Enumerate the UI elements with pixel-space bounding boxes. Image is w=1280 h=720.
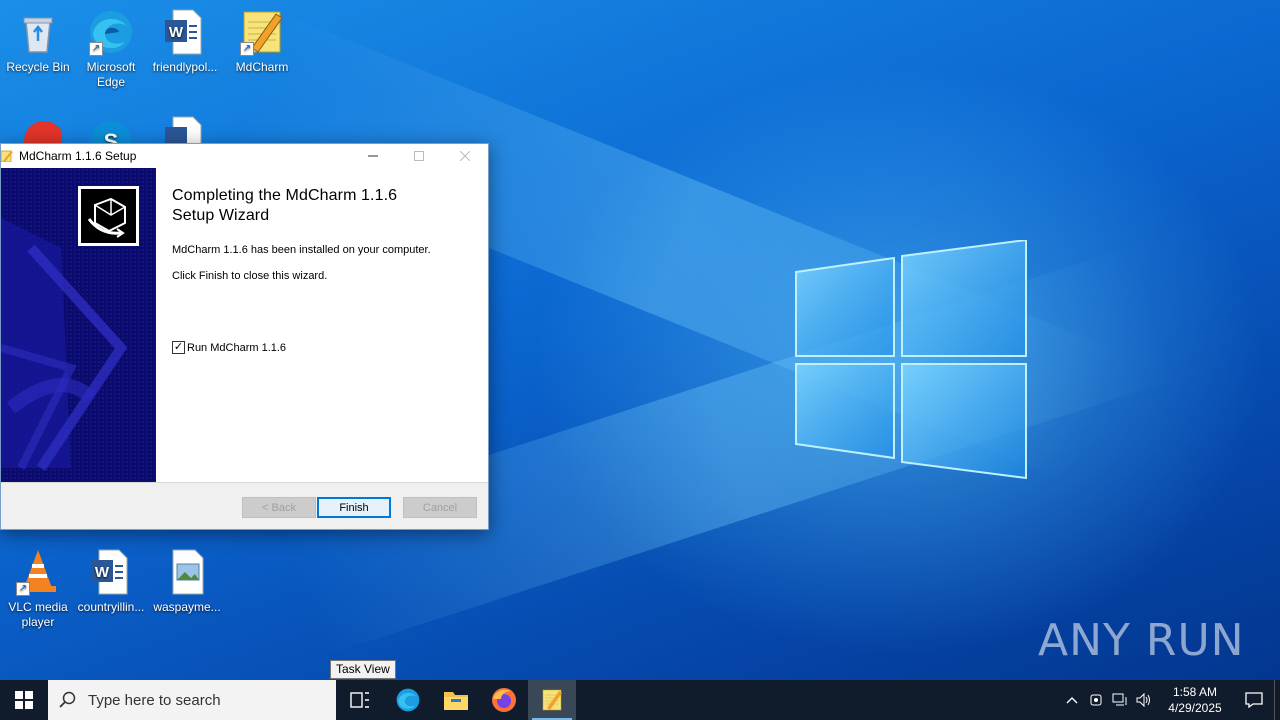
recycle-bin-icon — [14, 8, 62, 56]
windows-start-icon — [15, 691, 33, 709]
close-icon — [460, 151, 470, 161]
taskbar: Type here to search 1:58 AM 4/29/2025 — [0, 680, 1280, 720]
desktop-icon-mdcharm[interactable]: ↗ MdCharm — [224, 8, 300, 75]
edge-icon — [396, 688, 420, 712]
maximize-icon — [414, 151, 424, 161]
wizard-heading: Completing the MdCharm 1.1.6 Setup Wizar… — [172, 186, 472, 226]
device-icon — [1090, 694, 1102, 706]
taskbar-mdcharm-setup[interactable] — [528, 680, 576, 720]
dialog-titlebar[interactable]: MdCharm 1.1.6 Setup — [1, 144, 488, 168]
taskbar-firefox[interactable] — [480, 680, 528, 720]
mdcharm-app-icon — [1, 150, 13, 162]
action-center-button[interactable] — [1234, 680, 1274, 720]
clock-time: 1:58 AM — [1172, 685, 1218, 699]
show-hidden-icons-button[interactable] — [1060, 680, 1084, 720]
dialog-body: Completing the MdCharm 1.1.6 Setup Wizar… — [1, 168, 488, 482]
skype-icon: S — [87, 115, 135, 145]
watermark-text: ANY RUN — [1038, 614, 1245, 666]
task-view-icon — [350, 692, 369, 708]
show-desktop-button[interactable] — [1274, 680, 1280, 720]
svg-text:W: W — [169, 24, 184, 41]
shortcut-arrow-icon: ↗ — [16, 582, 30, 596]
tray-app-icon[interactable] — [1084, 680, 1108, 720]
desktop-icon-skype[interactable]: S — [73, 115, 149, 145]
cancel-button[interactable]: Cancel — [403, 497, 477, 518]
installed-message: MdCharm 1.1.6 has been installed on your… — [172, 244, 431, 256]
maximize-button[interactable] — [396, 144, 442, 168]
task-view-tooltip: Task View — [330, 660, 396, 679]
desktop-icon-countryillin[interactable]: W countryillin... — [73, 548, 149, 615]
app-icon-red — [14, 115, 64, 145]
shortcut-arrow-icon: ↗ — [240, 42, 254, 56]
word-document-icon: W — [87, 548, 135, 596]
dialog-title: MdCharm 1.1.6 Setup — [19, 149, 137, 163]
run-mdcharm-option[interactable]: ✓ Run MdCharm 1.1.6 — [172, 341, 286, 354]
network-button[interactable] — [1108, 680, 1132, 720]
desktop-icon-vlc[interactable]: ↗ VLC media player — [0, 548, 76, 630]
mdcharm-notepad-icon: ↗ — [238, 8, 286, 56]
dialog-separator — [1, 482, 488, 483]
desktop-icon-friendlypol[interactable]: W friendlypol... — [147, 8, 223, 75]
windows-logo-wallpaper — [795, 240, 1027, 480]
installer-logo — [78, 186, 139, 246]
image-file-icon — [163, 548, 211, 596]
svg-text:W: W — [95, 564, 110, 581]
chevron-up-icon — [1066, 697, 1078, 704]
wizard-side-banner — [1, 168, 156, 482]
run-mdcharm-label: Run MdCharm 1.1.6 — [187, 341, 287, 354]
desktop-icon-waspayme[interactable]: waspayme... — [149, 548, 225, 615]
mdcharm-notepad-icon — [542, 689, 562, 711]
volume-button[interactable] — [1132, 680, 1156, 720]
taskbar-search-box[interactable]: Type here to search — [48, 680, 336, 720]
edge-icon: ↗ — [87, 8, 135, 56]
wizard-heading-line2: Setup Wizard — [172, 207, 270, 224]
system-tray: 1:58 AM 4/29/2025 — [1060, 680, 1280, 720]
firefox-icon — [492, 688, 516, 712]
word-document-icon — [161, 115, 209, 145]
minimize-button[interactable] — [350, 144, 396, 168]
taskbar-clock[interactable]: 1:58 AM 4/29/2025 — [1156, 684, 1234, 716]
close-button[interactable] — [442, 144, 488, 168]
close-instruction: Click Finish to close this wizard. — [172, 270, 328, 282]
run-mdcharm-checkbox[interactable]: ✓ — [172, 341, 185, 354]
taskbar-file-explorer[interactable] — [432, 680, 480, 720]
minimize-icon — [368, 155, 378, 157]
speaker-icon — [1136, 693, 1150, 707]
vlc-cone-icon: ↗ — [14, 548, 62, 596]
task-view-button[interactable] — [336, 680, 384, 720]
network-icon — [1112, 693, 1127, 706]
desktop-icon-microsoft-edge[interactable]: ↗ Microsoft Edge — [73, 8, 149, 90]
word-document-icon: W — [161, 8, 209, 56]
search-icon — [48, 691, 88, 709]
clock-date: 4/29/2025 — [1168, 701, 1222, 715]
search-placeholder: Type here to search — [88, 691, 221, 709]
wizard-content: Completing the MdCharm 1.1.6 Setup Wizar… — [172, 186, 472, 282]
taskbar-edge[interactable] — [384, 680, 432, 720]
installer-box-icon — [87, 197, 126, 238]
finish-button[interactable]: Finish — [317, 497, 391, 518]
desktop-icon-word-doc[interactable] — [147, 115, 223, 145]
start-button[interactable] — [0, 680, 48, 720]
back-button[interactable]: < Back — [242, 497, 316, 518]
notification-icon — [1245, 692, 1263, 708]
anyrun-watermark: ANY RUN — [1038, 610, 1245, 670]
folder-icon — [444, 692, 468, 710]
setup-wizard-dialog[interactable]: MdCharm 1.1.6 Setup Completing the MdCha… — [0, 143, 489, 530]
desktop-icon-partial-app[interactable] — [0, 115, 76, 145]
shortcut-arrow-icon: ↗ — [89, 42, 103, 56]
wizard-heading-line1: Completing the MdCharm 1.1.6 — [172, 187, 398, 204]
desktop-icon-recycle-bin[interactable]: Recycle Bin — [0, 8, 76, 75]
